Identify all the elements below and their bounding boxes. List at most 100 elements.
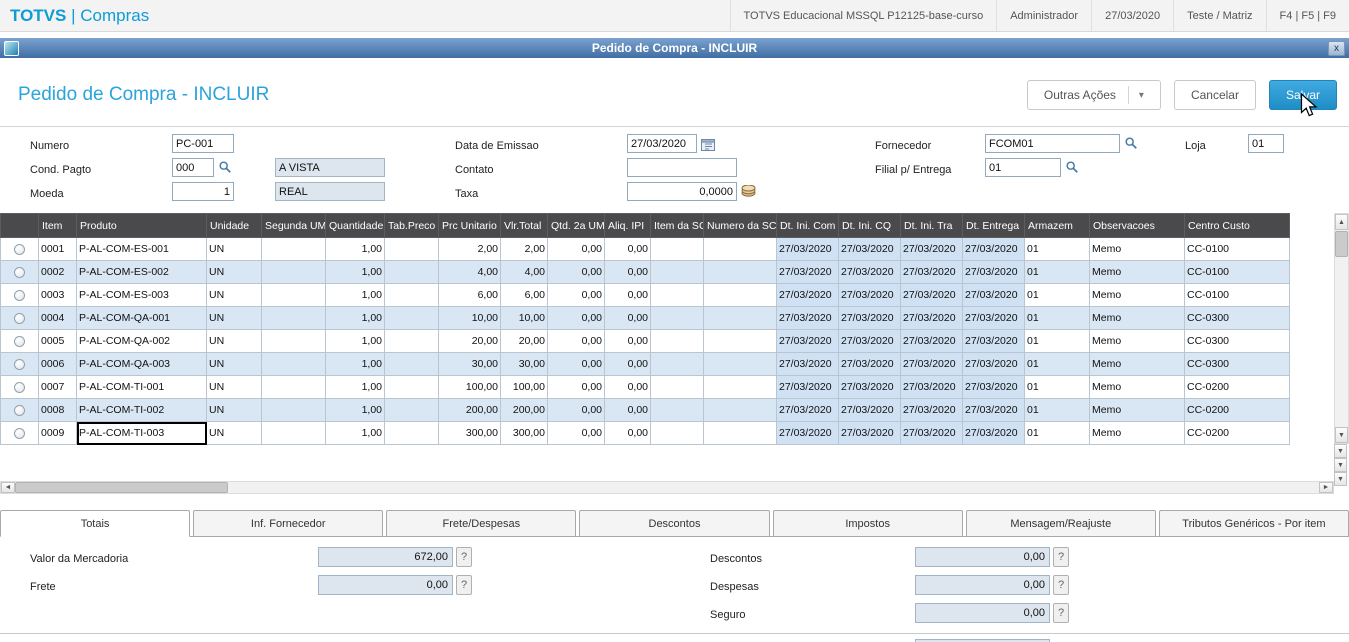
help-button[interactable]: ? bbox=[1053, 547, 1069, 567]
cell-dt-ini-com[interactable]: 27/03/2020 bbox=[776, 352, 839, 376]
scroll-left-icon[interactable]: ◄ bbox=[1, 482, 15, 493]
cell-observacoes[interactable]: Memo bbox=[1089, 352, 1185, 376]
cell-quantidade[interactable]: 1,00 bbox=[325, 398, 385, 422]
cell-item-da-sc[interactable] bbox=[650, 329, 704, 353]
cell-segunda-um[interactable] bbox=[261, 260, 326, 284]
cell-dt-entrega[interactable]: 27/03/2020 bbox=[962, 306, 1025, 330]
branch-label[interactable]: Teste / Matriz bbox=[1173, 0, 1265, 31]
cell-qtd-2a-um[interactable]: 0,00 bbox=[547, 398, 605, 422]
cell-item-da-sc[interactable] bbox=[650, 306, 704, 330]
cell-dt-ini-tra[interactable]: 27/03/2020 bbox=[900, 237, 963, 261]
search-icon[interactable] bbox=[217, 159, 233, 175]
radio-icon[interactable] bbox=[14, 312, 25, 324]
numero-input[interactable] bbox=[172, 134, 234, 153]
column-header-numero-da-sc[interactable]: Numero da SC bbox=[703, 213, 777, 238]
cell-produto[interactable]: P-AL-COM-QA-003 bbox=[76, 352, 207, 376]
cell-observacoes[interactable]: Memo bbox=[1089, 329, 1185, 353]
cell-segunda-um[interactable] bbox=[261, 329, 326, 353]
cell-dt-ini-cq[interactable]: 27/03/2020 bbox=[838, 375, 901, 399]
cell-qtd-2a-um[interactable]: 0,00 bbox=[547, 352, 605, 376]
cell-dt-ini-cq[interactable]: 27/03/2020 bbox=[838, 352, 901, 376]
cell-prc-unitario[interactable]: 2,00 bbox=[438, 237, 501, 261]
cell-vlr-total[interactable]: 2,00 bbox=[500, 237, 548, 261]
cell-armazem[interactable]: 01 bbox=[1024, 375, 1090, 399]
cell-centro-custo[interactable]: CC-0300 bbox=[1184, 352, 1290, 376]
cell-prc-unitario[interactable]: 30,00 bbox=[438, 352, 501, 376]
search-icon[interactable] bbox=[1123, 135, 1139, 151]
cell-qtd-2a-um[interactable]: 0,00 bbox=[547, 283, 605, 307]
cell-item[interactable]: 0003 bbox=[38, 283, 77, 307]
cell-quantidade[interactable]: 1,00 bbox=[325, 329, 385, 353]
cell-segunda-um[interactable] bbox=[261, 352, 326, 376]
cell-dt-ini-cq[interactable]: 27/03/2020 bbox=[838, 329, 901, 353]
cell-unidade[interactable]: UN bbox=[206, 283, 262, 307]
radio-icon[interactable] bbox=[14, 266, 25, 278]
filial-entrega-input[interactable] bbox=[985, 158, 1061, 177]
cell-prc-unitario[interactable]: 100,00 bbox=[438, 375, 501, 399]
cell-armazem[interactable]: 01 bbox=[1024, 352, 1090, 376]
cell-produto[interactable]: P-AL-COM-ES-002 bbox=[76, 260, 207, 284]
radio-icon[interactable] bbox=[14, 358, 25, 370]
column-header-tab-preco[interactable]: Tab.Preco bbox=[384, 213, 439, 238]
cell-segunda-um[interactable] bbox=[261, 237, 326, 261]
scroll-down-icon[interactable]: ▼ bbox=[1334, 444, 1347, 458]
cell-vlr-total[interactable]: 200,00 bbox=[500, 398, 548, 422]
cell-prc-unitario[interactable]: 300,00 bbox=[438, 421, 501, 445]
cell-observacoes[interactable]: Memo bbox=[1089, 283, 1185, 307]
cell-dt-entrega[interactable]: 27/03/2020 bbox=[962, 260, 1025, 284]
cell-observacoes[interactable]: Memo bbox=[1089, 306, 1185, 330]
cell-item-da-sc[interactable] bbox=[650, 398, 704, 422]
cell-segunda-um[interactable] bbox=[261, 375, 326, 399]
cell-qtd-2a-um[interactable]: 0,00 bbox=[547, 421, 605, 445]
cell-aliq-ipi[interactable]: 0,00 bbox=[604, 237, 651, 261]
row-select-cell[interactable] bbox=[0, 352, 39, 376]
row-select-cell[interactable] bbox=[0, 237, 39, 261]
cell-item[interactable]: 0001 bbox=[38, 237, 77, 261]
cell-item-da-sc[interactable] bbox=[650, 352, 704, 376]
taxa-input[interactable] bbox=[627, 182, 737, 201]
cell-produto[interactable]: P-AL-COM-QA-002 bbox=[76, 329, 207, 353]
column-header-segunda-um[interactable]: Segunda UM bbox=[261, 213, 326, 238]
cell-observacoes[interactable]: Memo bbox=[1089, 421, 1185, 445]
cell-dt-entrega[interactable]: 27/03/2020 bbox=[962, 421, 1025, 445]
scroll-down-icon[interactable]: ▼ bbox=[1334, 472, 1347, 486]
cell-centro-custo[interactable]: CC-0300 bbox=[1184, 306, 1290, 330]
cell-dt-ini-tra[interactable]: 27/03/2020 bbox=[900, 260, 963, 284]
cell-item[interactable]: 0008 bbox=[38, 398, 77, 422]
loja-input[interactable] bbox=[1248, 134, 1284, 153]
cell-dt-ini-com[interactable]: 27/03/2020 bbox=[776, 237, 839, 261]
cell-numero-da-sc[interactable] bbox=[703, 260, 777, 284]
cell-quantidade[interactable]: 1,00 bbox=[325, 352, 385, 376]
cell-tab-preco[interactable] bbox=[384, 283, 439, 307]
row-select-cell[interactable] bbox=[0, 398, 39, 422]
cell-dt-ini-com[interactable]: 27/03/2020 bbox=[776, 398, 839, 422]
cell-centro-custo[interactable]: CC-0100 bbox=[1184, 283, 1290, 307]
cell-dt-ini-tra[interactable]: 27/03/2020 bbox=[900, 375, 963, 399]
cell-numero-da-sc[interactable] bbox=[703, 329, 777, 353]
cell-dt-ini-com[interactable]: 27/03/2020 bbox=[776, 260, 839, 284]
despesas-input[interactable] bbox=[915, 575, 1050, 595]
scrollbar-track[interactable] bbox=[1335, 257, 1348, 427]
cell-unidade[interactable]: UN bbox=[206, 306, 262, 330]
cell-armazem[interactable]: 01 bbox=[1024, 329, 1090, 353]
cell-item-da-sc[interactable] bbox=[650, 283, 704, 307]
help-button[interactable]: ? bbox=[456, 575, 472, 595]
cell-armazem[interactable]: 01 bbox=[1024, 283, 1090, 307]
cancelar-button[interactable]: Cancelar bbox=[1173, 80, 1256, 110]
cell-dt-entrega[interactable]: 27/03/2020 bbox=[962, 352, 1025, 376]
column-header-dt-ini-tra[interactable]: Dt. Ini. Tra bbox=[900, 213, 963, 238]
cell-armazem[interactable]: 01 bbox=[1024, 421, 1090, 445]
cell-produto[interactable]: P-AL-COM-TI-003 bbox=[76, 421, 207, 445]
scrollbar-thumb[interactable] bbox=[1335, 231, 1348, 257]
cell-dt-ini-tra[interactable]: 27/03/2020 bbox=[900, 283, 963, 307]
cell-observacoes[interactable]: Memo bbox=[1089, 375, 1185, 399]
data-emissao-input[interactable] bbox=[627, 134, 697, 153]
cell-item[interactable]: 0007 bbox=[38, 375, 77, 399]
cond-pagto-input[interactable] bbox=[172, 158, 214, 177]
cell-item-da-sc[interactable] bbox=[650, 260, 704, 284]
column-header-qtd-2a-um[interactable]: Qtd. 2a UM bbox=[547, 213, 605, 238]
radio-icon[interactable] bbox=[14, 335, 25, 347]
cell-unidade[interactable]: UN bbox=[206, 237, 262, 261]
cell-segunda-um[interactable] bbox=[261, 306, 326, 330]
cell-item-da-sc[interactable] bbox=[650, 421, 704, 445]
